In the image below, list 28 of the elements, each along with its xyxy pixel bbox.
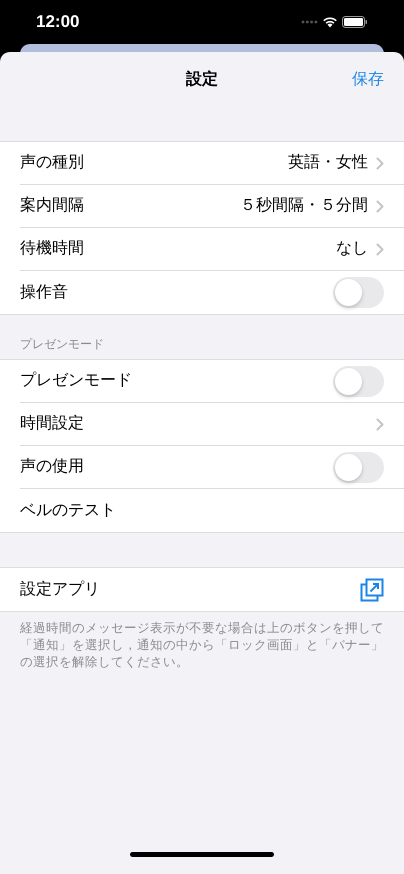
row-value: なし: [336, 239, 368, 259]
chevron-icon: [376, 156, 384, 170]
row-label: 声の使用: [20, 456, 85, 477]
row-label: 時間設定: [20, 414, 85, 434]
row-label: 待機時間: [20, 238, 85, 259]
chevron-icon: [376, 200, 384, 212]
footer-note: 経過時間のメッセージ表示が不要な場合は上のボタンを押して「通知」を選択し，通知の中から「ロック画面」と「バナー」の選択を解除してください。: [19, 620, 385, 671]
row-label: 声の種別: [20, 152, 85, 173]
save-button[interactable]: 保存: [352, 68, 384, 92]
toggle-switch[interactable]: [333, 452, 384, 482]
row-label: 設定アプリ: [20, 580, 101, 600]
wifi-icon: [322, 16, 338, 28]
row-value: ５秒間隔・５分間: [240, 196, 368, 216]
external-link-icon[interactable]: [360, 578, 384, 602]
nav-title: 設定: [186, 69, 218, 90]
chevron-icon: [376, 418, 384, 430]
section-header: プレゼンモード: [19, 336, 105, 353]
signal-icon: [301, 20, 318, 24]
row-label: 操作音: [20, 282, 69, 302]
row-label: 案内間隔: [20, 195, 85, 216]
battery-icon: [342, 16, 368, 28]
row-label: プレゼンモード: [20, 370, 133, 391]
status-time: 12:00: [36, 11, 80, 34]
toggle-switch[interactable]: [333, 277, 384, 308]
toggle-switch[interactable]: [333, 366, 384, 396]
row-value: 英語・女性: [288, 152, 368, 173]
row-label: ベルのテスト: [20, 500, 117, 520]
chevron-icon: [376, 242, 384, 256]
